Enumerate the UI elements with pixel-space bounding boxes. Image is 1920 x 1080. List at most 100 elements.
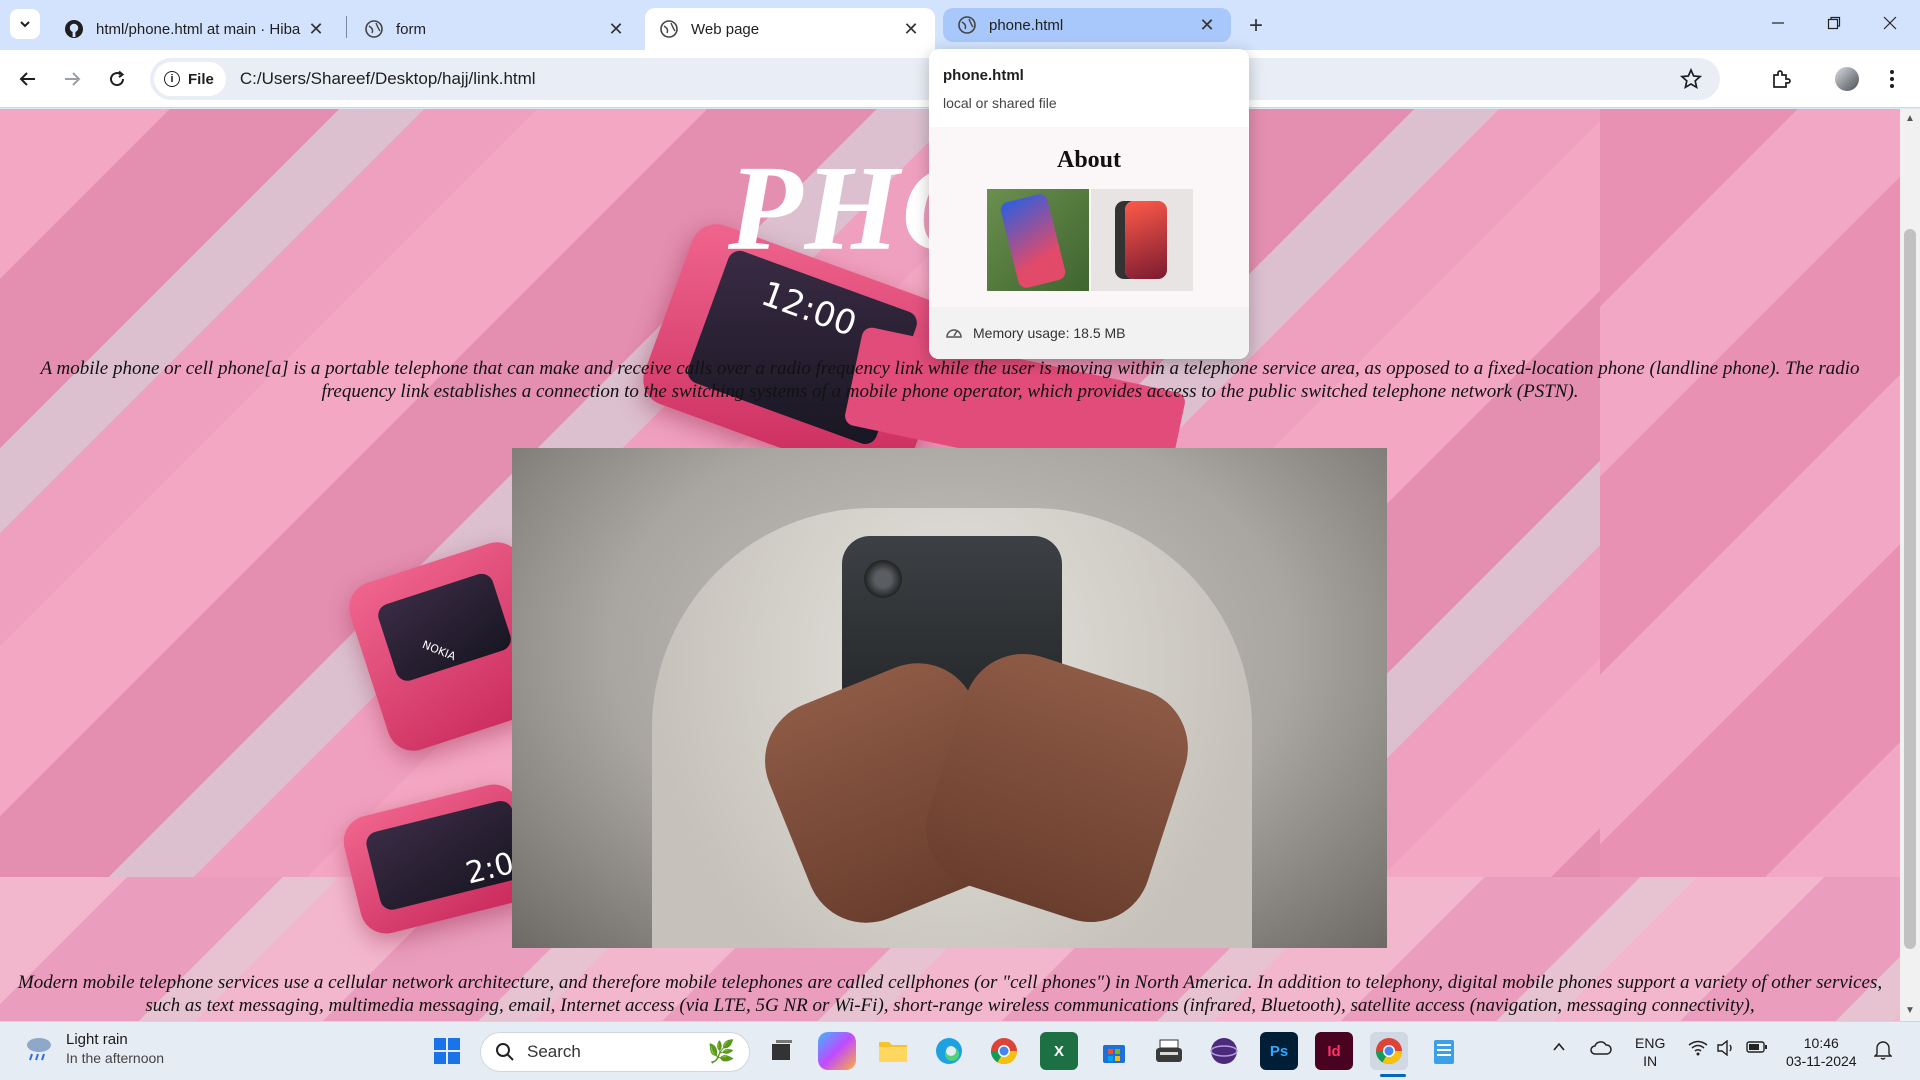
weather-widget[interactable]: Light rain In the afternoon	[22, 1031, 164, 1066]
weather-condition: Light rain	[66, 1031, 128, 1048]
close-window-button[interactable]	[1862, 0, 1918, 46]
reload-icon	[110, 70, 125, 87]
language-indicator[interactable]: ENG IN	[1635, 1034, 1665, 1070]
start-button[interactable]	[428, 1032, 466, 1070]
chevron-up-icon	[1553, 1042, 1565, 1051]
scheme-label: File	[188, 70, 214, 88]
preview-image-hand-phone	[987, 189, 1089, 291]
battery-icon	[1746, 1041, 1767, 1053]
edge-icon	[936, 1038, 962, 1064]
copilot-app-icon[interactable]	[818, 1032, 856, 1070]
indesign-icon[interactable]: Id	[1315, 1032, 1353, 1070]
intro-paragraph: A mobile phone or cell phone[a] is a por…	[40, 358, 1860, 402]
globe-icon	[958, 16, 976, 34]
tab-title: html/phone.html at main · Hiba	[96, 20, 301, 38]
search-placeholder: Search	[527, 1042, 581, 1061]
plus-icon: +	[1248, 12, 1263, 39]
restore-button[interactable]	[1806, 0, 1862, 46]
cloud-icon	[1590, 1041, 1612, 1055]
task-view-button[interactable]	[762, 1032, 800, 1070]
close-tab-icon[interactable]: ✕	[1197, 15, 1217, 35]
scroll-thumb[interactable]	[1904, 229, 1916, 949]
tab-strip: html/phone.html at main · Hiba ✕ form ✕ …	[0, 0, 1920, 50]
tab-phone-html[interactable]: phone.html ✕	[943, 8, 1231, 42]
show-hidden-icons-button[interactable]	[1552, 1040, 1566, 1058]
notification-bell-button[interactable]	[1873, 1040, 1893, 1064]
close-icon	[1883, 16, 1897, 30]
menu-button[interactable]	[1876, 63, 1908, 95]
site-info-chip[interactable]: i File	[154, 62, 226, 96]
tab-title: Web page	[691, 20, 760, 38]
second-paragraph: Modern mobile telephone services use a c…	[17, 972, 1883, 1016]
github-icon	[65, 20, 83, 38]
more-vertical-icon	[1890, 70, 1894, 88]
arrow-left-icon	[19, 72, 35, 86]
close-tab-icon[interactable]: ✕	[606, 19, 626, 39]
typewriter-icon	[1156, 1039, 1182, 1062]
hands-phone-photo	[512, 448, 1387, 948]
weather-forecast: In the afternoon	[66, 1050, 165, 1066]
tab-github[interactable]: html/phone.html at main · Hiba ✕	[50, 8, 340, 50]
tab-separator	[346, 16, 347, 38]
sphere-icon	[1210, 1038, 1238, 1064]
avatar-icon	[1835, 67, 1859, 91]
tab-search-button[interactable]	[10, 9, 40, 39]
back-button[interactable]	[12, 63, 44, 95]
photoshop-icon[interactable]: Ps	[1260, 1032, 1298, 1070]
tab-hover-card: phone.html local or shared file About Me…	[929, 49, 1249, 359]
windows-logo-icon	[434, 1038, 460, 1064]
active-app-indicator	[1380, 1074, 1406, 1077]
battery-icon[interactable]	[1746, 1040, 1768, 1058]
ms-store-icon[interactable]	[1095, 1032, 1133, 1070]
chrome-taskbar-icon[interactable]	[985, 1032, 1023, 1070]
background-right-band	[1600, 109, 1900, 877]
url-text[interactable]: C:/Users/Shareef/Desktop/hajj/link.html	[240, 69, 536, 89]
new-tab-button[interactable]: +	[1240, 10, 1272, 42]
tab-form[interactable]: form ✕	[350, 8, 640, 50]
scroll-down-arrow-icon[interactable]: ▼	[1904, 1005, 1916, 1017]
wifi-icon	[1688, 1040, 1708, 1056]
arrow-right-icon	[65, 72, 81, 86]
volume-icon[interactable]	[1716, 1039, 1736, 1060]
close-tab-icon[interactable]: ✕	[901, 19, 921, 39]
speaker-icon	[1717, 1039, 1732, 1057]
store-icon	[1103, 1045, 1125, 1063]
tab-web-page[interactable]: Web page ✕	[645, 8, 935, 50]
profile-avatar[interactable]	[1831, 63, 1863, 95]
notepad-icon[interactable]	[1425, 1032, 1463, 1070]
hover-card-footer: Memory usage: 18.5 MB	[929, 307, 1249, 359]
task-view-icon	[772, 1040, 792, 1060]
bell-icon	[1873, 1041, 1893, 1060]
search-highlight-icon: 🌿	[707, 1039, 735, 1064]
minimize-icon	[1772, 22, 1784, 24]
tab-title: form	[396, 20, 426, 38]
chrome-icon	[1375, 1038, 1403, 1065]
edge-browser-icon[interactable]	[930, 1032, 968, 1070]
forward-button[interactable]	[56, 63, 88, 95]
file-explorer-icon[interactable]	[874, 1032, 912, 1070]
page-scrollbar[interactable]: ▲ ▼	[1900, 109, 1920, 1021]
network-icon[interactable]	[1688, 1040, 1708, 1060]
reload-button[interactable]	[101, 63, 133, 95]
globe-icon	[660, 20, 678, 38]
preview-heading: About	[1056, 147, 1122, 173]
puzzle-icon	[1773, 70, 1791, 88]
chrome-icon	[990, 1038, 1018, 1065]
minimize-button[interactable]	[1750, 0, 1806, 46]
typewriter-app-icon[interactable]	[1150, 1032, 1188, 1070]
sphere-app-icon[interactable]	[1205, 1032, 1243, 1070]
clock[interactable]: 10:46 03-11-2024	[1786, 1034, 1857, 1070]
extensions-button[interactable]	[1765, 63, 1797, 95]
taskbar-search[interactable]: Search 🌿	[480, 1032, 750, 1072]
memory-usage-text: Memory usage: 18.5 MB	[973, 325, 1126, 341]
notepad-icon	[1434, 1040, 1454, 1064]
scroll-up-arrow-icon[interactable]: ▲	[1904, 113, 1916, 125]
preview-image-iphone	[1091, 189, 1193, 291]
bookmark-star-button[interactable]	[1679, 67, 1703, 95]
excel-icon[interactable]: X	[1040, 1032, 1078, 1070]
onedrive-icon[interactable]	[1590, 1040, 1612, 1060]
close-tab-icon[interactable]: ✕	[306, 19, 326, 39]
info-icon: i	[164, 71, 180, 87]
chrome-active-taskbar-icon[interactable]	[1370, 1032, 1408, 1070]
memory-gauge-icon	[946, 329, 962, 338]
